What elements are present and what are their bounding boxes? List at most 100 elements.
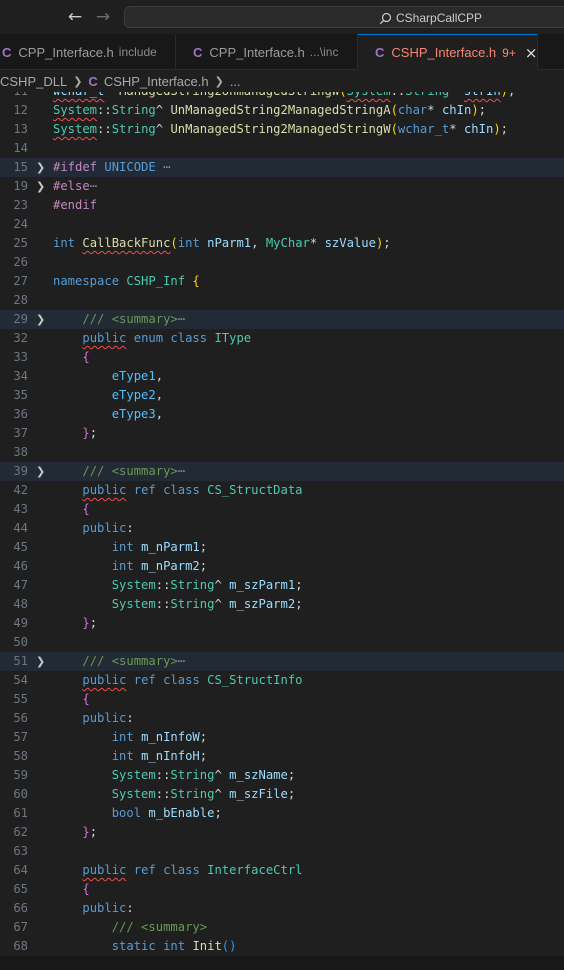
- code-line[interactable]: 26: [0, 253, 564, 272]
- code-text: System::String^ UnManagedString2ManagedS…: [53, 103, 486, 117]
- arrow-left-icon[interactable]: ←: [64, 6, 86, 28]
- chevron-right-icon[interactable]: ❯: [36, 462, 45, 481]
- code-line[interactable]: 51 ❯ /// <summary>⋯: [0, 652, 564, 671]
- code-text: public enum class IType: [82, 331, 252, 345]
- tab-cpp-interface-include[interactable]: C CPP_Interface.h include: [0, 34, 176, 70]
- code-line[interactable]: 11 wchar_t* ManagedString2UnmanagedString…: [0, 92, 564, 101]
- tab-label: CPP_Interface.h: [18, 44, 114, 60]
- chevron-right-icon[interactable]: ❯: [36, 177, 45, 196]
- code-line[interactable]: 67 /// <summary>: [0, 918, 564, 937]
- code-line[interactable]: 49 };: [0, 614, 564, 633]
- code-line[interactable]: 47 System::String^ m_szParm1;: [0, 576, 564, 595]
- code-text: public:: [82, 521, 134, 535]
- code-line[interactable]: 34 eType1,: [0, 367, 564, 386]
- code-line[interactable]: 50: [0, 633, 564, 652]
- code-line[interactable]: 56 public:: [0, 709, 564, 728]
- line-number: 27: [13, 274, 28, 288]
- breadcrumb-symbol[interactable]: ...: [230, 74, 241, 89]
- code-line[interactable]: 25 int CallBackFunc(int nParm1, MyChar* s…: [0, 234, 564, 253]
- chevron-right-icon[interactable]: ❯: [36, 652, 45, 671]
- code-line[interactable]: 45 int m_nParm1;: [0, 538, 564, 557]
- code-line[interactable]: 29 ❯ /// <summary>⋯: [0, 310, 564, 329]
- code-line[interactable]: 63: [0, 842, 564, 861]
- code-line[interactable]: 44 public:: [0, 519, 564, 538]
- code-text: #endif: [53, 198, 98, 212]
- code-text: {: [82, 502, 90, 516]
- code-line[interactable]: 19 ❯ #else⋯: [0, 177, 564, 196]
- breadcrumb-file[interactable]: CSHP_Interface.h: [104, 74, 209, 89]
- close-icon[interactable]: ×: [525, 44, 538, 62]
- code-line[interactable]: 14: [0, 139, 564, 158]
- arrow-right-icon[interactable]: →: [92, 6, 114, 28]
- code-text: /// <summary>: [111, 920, 208, 934]
- line-number: 13: [13, 122, 28, 136]
- code-line[interactable]: 24: [0, 215, 564, 234]
- line-number: 26: [13, 255, 28, 269]
- code-text: public ref class CS_StructInfo: [82, 673, 303, 687]
- code-line[interactable]: 35 eType2,: [0, 386, 564, 405]
- code-line[interactable]: 54 public ref class CS_StructInfo: [0, 671, 564, 690]
- code-line[interactable]: 65 {: [0, 880, 564, 899]
- line-number: 65: [13, 882, 28, 896]
- code-line[interactable]: 68 static int Init(): [0, 937, 564, 956]
- breadcrumb: CSHP_DLL ❯ C CSHP_Interface.h ❯ ...: [0, 70, 564, 92]
- tab-cpp-interface-inc[interactable]: C CPP_Interface.h ...\inc: [176, 34, 358, 70]
- code-line[interactable]: 33 {: [0, 348, 564, 367]
- code-text: bool m_bEnable;: [111, 806, 222, 820]
- code-text: public ref class CS_StructData: [82, 483, 303, 497]
- code-line[interactable]: 57 int m_nInfoW;: [0, 728, 564, 747]
- code-line[interactable]: 36 eType3,: [0, 405, 564, 424]
- code-text: int CallBackFunc(int nParm1, MyChar* szV…: [53, 236, 391, 250]
- breadcrumb-folder[interactable]: CSHP_DLL: [0, 74, 67, 89]
- line-number: 37: [13, 426, 28, 440]
- code-line[interactable]: 39 ❯ /// <summary>⋯: [0, 462, 564, 481]
- code-line[interactable]: 27 namespace CSHP_Inf {: [0, 272, 564, 291]
- search-icon: [379, 12, 392, 24]
- code-line[interactable]: 38: [0, 443, 564, 462]
- line-number: 34: [13, 369, 28, 383]
- command-center-search[interactable]: CSharpCallCPP: [124, 6, 564, 28]
- code-line[interactable]: 28: [0, 291, 564, 310]
- line-number: 56: [13, 711, 28, 725]
- tab-cshp-interface[interactable]: C CSHP_Interface.h 9+ ×: [358, 34, 538, 70]
- code-line[interactable]: 58 int m_nInfoH;: [0, 747, 564, 766]
- line-number: 62: [13, 825, 28, 839]
- code-line[interactable]: 46 int m_nParm2;: [0, 557, 564, 576]
- code-line[interactable]: 60 System::String^ m_szFile;: [0, 785, 564, 804]
- line-number: 54: [13, 673, 28, 687]
- code-line[interactable]: 37 };: [0, 424, 564, 443]
- c-file-icon: C: [375, 45, 385, 60]
- code-line[interactable]: 62 };: [0, 823, 564, 842]
- chevron-right-icon[interactable]: ❯: [36, 158, 45, 177]
- code-text: public:: [82, 711, 134, 725]
- code-line[interactable]: 59 System::String^ m_szName;: [0, 766, 564, 785]
- code-line[interactable]: 66 public:: [0, 899, 564, 918]
- code-text: wchar_t* ManagedString2UnmanagedStringW(…: [53, 92, 515, 101]
- code-line[interactable]: 64 public ref class InterfaceCtrl: [0, 861, 564, 880]
- line-number: 38: [13, 445, 28, 459]
- line-number: 12: [13, 103, 28, 117]
- code-line[interactable]: 55 {: [0, 690, 564, 709]
- tab-description: include: [118, 45, 157, 59]
- line-number: 46: [13, 559, 28, 573]
- tab-label: CPP_Interface.h: [209, 44, 305, 60]
- c-file-icon: C: [2, 44, 12, 60]
- code-editor[interactable]: 11 wchar_t* ManagedString2UnmanagedString…: [0, 92, 564, 956]
- line-number: 15: [13, 160, 28, 174]
- code-line[interactable]: 42 public ref class CS_StructData: [0, 481, 564, 500]
- code-text: eType2,: [111, 388, 164, 402]
- code-line[interactable]: 23 #endif: [0, 196, 564, 215]
- code-line[interactable]: 48 System::String^ m_szParm2;: [0, 595, 564, 614]
- code-line[interactable]: 61 bool m_bEnable;: [0, 804, 564, 823]
- line-number: 19: [13, 179, 28, 193]
- code-line[interactable]: 43 {: [0, 500, 564, 519]
- code-line[interactable]: 13 System::String^ UnManagedString2Manage…: [0, 120, 564, 139]
- chevron-right-icon[interactable]: ❯: [36, 310, 45, 329]
- code-text: };: [82, 426, 98, 440]
- line-number: 23: [13, 198, 28, 212]
- code-line[interactable]: 32 public enum class IType: [0, 329, 564, 348]
- code-line[interactable]: 15 ❯ #ifdef UNICODE ⋯: [0, 158, 564, 177]
- line-number: 43: [13, 502, 28, 516]
- code-line[interactable]: 12 System::String^ UnManagedString2Manage…: [0, 101, 564, 120]
- code-text: /// <summary>⋯: [82, 654, 186, 668]
